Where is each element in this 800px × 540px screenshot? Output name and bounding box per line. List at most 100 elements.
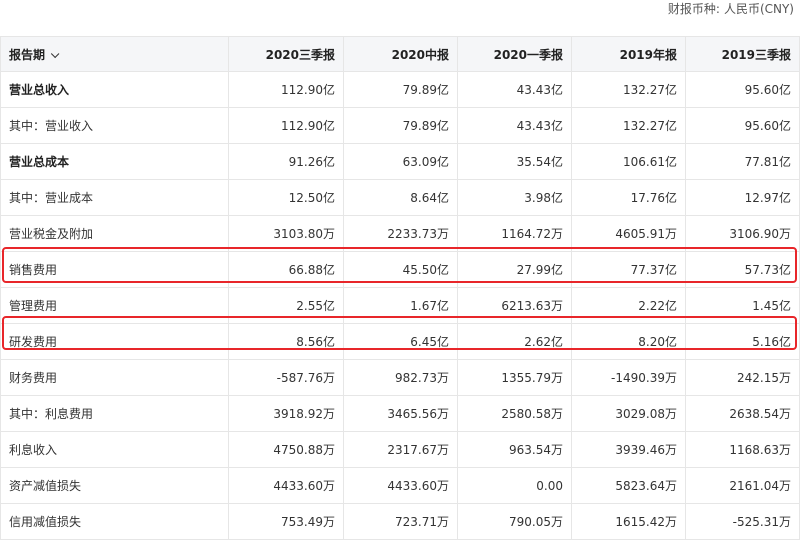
table-cell: 63.09亿 — [343, 143, 458, 180]
table-row: 其中：利息费用 3918.92万 3465.56万 2580.58万 3029.08万 2… — [0, 395, 800, 432]
table-cell: 27.99亿 — [457, 251, 572, 288]
row-label: 信用减值损失 — [0, 503, 229, 540]
table-cell: 1355.79万 — [457, 359, 572, 396]
table-cell: 43.43亿 — [457, 107, 572, 144]
table-row: 资产减值损失 4433.60万 4433.60万 0.00 5823.64万 2161.0… — [0, 467, 800, 504]
table-body: 营业总收入 112.90亿 79.89亿 43.43亿 132.27亿 95.60亿 其中：… — [0, 71, 800, 540]
table-row: 销售费用 66.88亿 45.50亿 27.99亿 77.37亿 57.73亿 — [0, 251, 800, 288]
table-cell: 1168.63万 — [685, 431, 800, 468]
period-label: 报告期 — [9, 47, 46, 62]
table-row: 营业总成本 91.26亿 63.09亿 35.54亿 106.61亿 77.81亿 — [0, 143, 800, 180]
table-cell: 8.64亿 — [343, 179, 458, 216]
table-header: 报告期 2020三季报 2020中报 2020一季报 2019年报 2019三季… — [0, 36, 800, 72]
table-row: 研发费用 8.56亿 6.45亿 2.62亿 8.20亿 5.16亿 — [0, 323, 800, 360]
table-cell: 132.27亿 — [571, 107, 686, 144]
table-cell: 79.89亿 — [343, 107, 458, 144]
currency-indicator: 财报币种: 人民币(CNY) — [668, 2, 794, 28]
table-cell: 91.26亿 — [228, 143, 344, 180]
table-row: 其中：营业收入 112.90亿 79.89亿 43.43亿 132.27亿 95.60亿 — [0, 107, 800, 144]
table-cell: 2.62亿 — [457, 323, 572, 360]
table-cell: 963.54万 — [457, 431, 572, 468]
table-row: 营业税金及附加 3103.80万 2233.73万 1164.72万 4605.91万 3… — [0, 215, 800, 252]
table-cell: 17.76亿 — [571, 179, 686, 216]
row-label: 营业总收入 — [0, 71, 229, 108]
period-dropdown[interactable]: 报告期 — [0, 36, 229, 72]
column-header: 2020中报 — [343, 36, 458, 72]
financial-table: 报告期 2020三季报 2020中报 2020一季报 2019年报 2019三季… — [0, 36, 800, 540]
row-label: 其中：利息费用 — [0, 395, 229, 432]
table-row: 其中：营业成本 12.50亿 8.64亿 3.98亿 17.76亿 12.97亿 — [0, 179, 800, 216]
table-row: 管理费用 2.55亿 1.67亿 6213.63万 2.22亿 1.45亿 — [0, 287, 800, 324]
table-cell: 3106.90万 — [685, 215, 800, 252]
table-cell: 3029.08万 — [571, 395, 686, 432]
row-label: 营业总成本 — [0, 143, 229, 180]
table-cell: 43.43亿 — [457, 71, 572, 108]
table-cell: 1.67亿 — [343, 287, 458, 324]
table-cell: 77.81亿 — [685, 143, 800, 180]
table-cell: -587.76万 — [228, 359, 344, 396]
table-row: 信用减值损失 753.49万 723.71万 790.05万 1615.42万 -525.… — [0, 503, 800, 540]
column-header: 2019三季报 — [685, 36, 800, 72]
table-cell: 112.90亿 — [228, 71, 344, 108]
row-label: 资产减值损失 — [0, 467, 229, 504]
table-cell: 3918.92万 — [228, 395, 344, 432]
table-cell: 79.89亿 — [343, 71, 458, 108]
row-label: 营业税金及附加 — [0, 215, 229, 252]
table-cell: 723.71万 — [343, 503, 458, 540]
table-cell: 3.98亿 — [457, 179, 572, 216]
table-cell: 3103.80万 — [228, 215, 344, 252]
table-cell: 2.55亿 — [228, 287, 344, 324]
table-cell: 12.97亿 — [685, 179, 800, 216]
table-cell: -1490.39万 — [571, 359, 686, 396]
table-cell: 1164.72万 — [457, 215, 572, 252]
table-cell: 1615.42万 — [571, 503, 686, 540]
chevron-down-icon — [50, 49, 60, 58]
table-cell: 77.37亿 — [571, 251, 686, 288]
table-row: 营业总收入 112.90亿 79.89亿 43.43亿 132.27亿 95.60亿 — [0, 71, 800, 108]
table-cell: 6.45亿 — [343, 323, 458, 360]
table-cell: 2580.58万 — [457, 395, 572, 432]
table-cell: 95.60亿 — [685, 107, 800, 144]
row-label: 管理费用 — [0, 287, 229, 324]
table-cell: 5823.64万 — [571, 467, 686, 504]
table-cell: 4433.60万 — [343, 467, 458, 504]
row-label: 销售费用 — [0, 251, 229, 288]
row-label: 利息收入 — [0, 431, 229, 468]
table-cell: 2.22亿 — [571, 287, 686, 324]
table-cell: 790.05万 — [457, 503, 572, 540]
currency-label: 财报币种: — [667, 2, 720, 16]
table-cell: 8.20亿 — [571, 323, 686, 360]
table-cell: 2161.04万 — [685, 467, 800, 504]
table-cell: 112.90亿 — [228, 107, 344, 144]
table-cell: 8.56亿 — [228, 323, 344, 360]
column-header: 2020三季报 — [228, 36, 344, 72]
table-cell: 106.61亿 — [571, 143, 686, 180]
table-cell: 0.00 — [457, 467, 572, 504]
header-row: 报告期 2020三季报 2020中报 2020一季报 2019年报 2019三季… — [0, 36, 800, 72]
table-cell: 3465.56万 — [343, 395, 458, 432]
table-cell: 6213.63万 — [457, 287, 572, 324]
table-row: 财务费用 -587.76万 982.73万 1355.79万 -1490.39万 242.… — [0, 359, 800, 396]
table-cell: 2638.54万 — [685, 395, 800, 432]
row-label: 其中：营业收入 — [0, 107, 229, 144]
table-cell: 132.27亿 — [571, 71, 686, 108]
table-cell: 753.49万 — [228, 503, 344, 540]
row-label: 研发费用 — [0, 323, 229, 360]
table-cell: 4750.88万 — [228, 431, 344, 468]
table-cell: 5.16亿 — [685, 323, 800, 360]
table-cell: 45.50亿 — [343, 251, 458, 288]
table-cell: 982.73万 — [343, 359, 458, 396]
column-header: 2020一季报 — [457, 36, 572, 72]
table-cell: 66.88亿 — [228, 251, 344, 288]
table-cell: 1.45亿 — [685, 287, 800, 324]
table-cell: 4433.60万 — [228, 467, 344, 504]
table-cell: 35.54亿 — [457, 143, 572, 180]
table-cell: 4605.91万 — [571, 215, 686, 252]
table-cell: 242.15万 — [685, 359, 800, 396]
table-cell: 57.73亿 — [685, 251, 800, 288]
table-cell: 2233.73万 — [343, 215, 458, 252]
row-label: 财务费用 — [0, 359, 229, 396]
table-cell: 3939.46万 — [571, 431, 686, 468]
currency-value: 人民币(CNY) — [723, 2, 794, 16]
column-header: 2019年报 — [571, 36, 686, 72]
